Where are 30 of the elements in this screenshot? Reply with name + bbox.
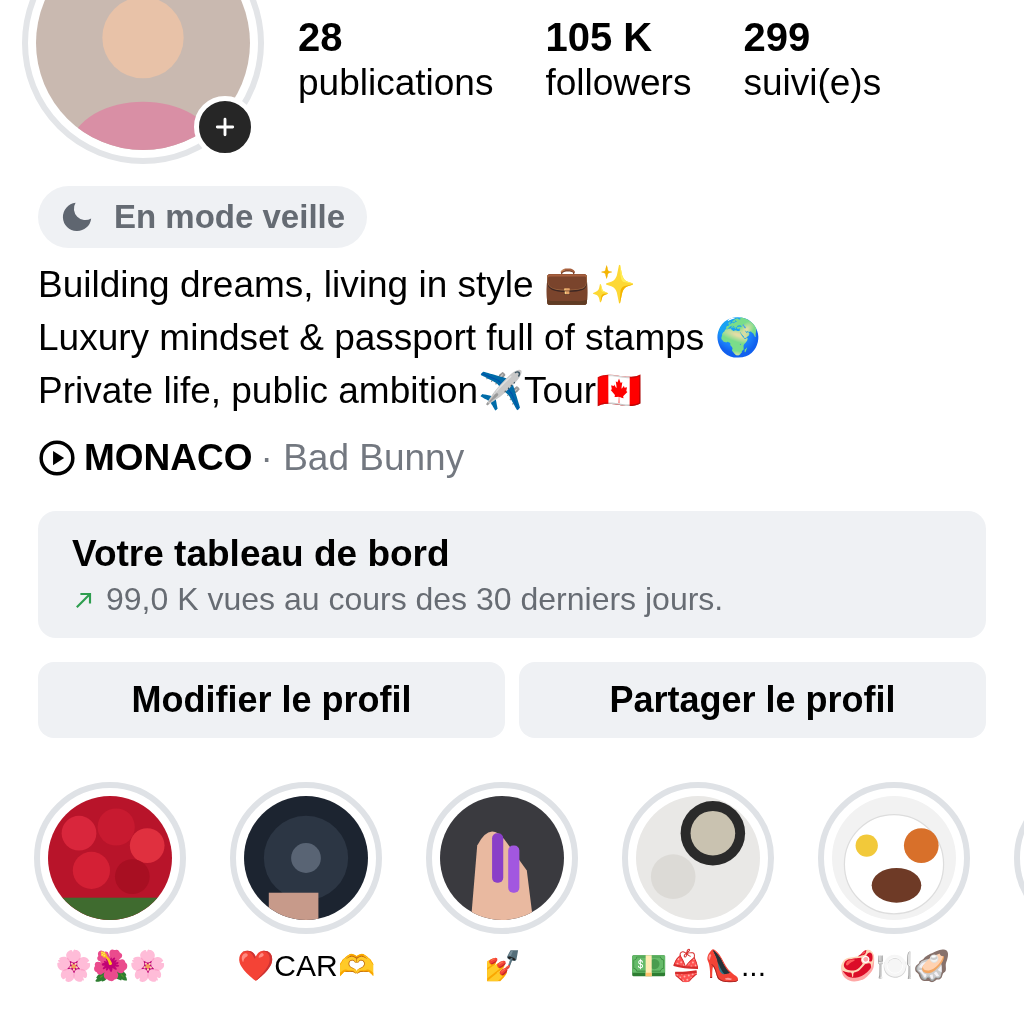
moon-icon [60,200,94,234]
plus-icon [214,116,236,138]
play-icon [38,439,76,477]
stat-label[interactable]: publications [298,60,494,106]
bio-line: Private life, public ambition✈Tour🇨🇦 [38,369,644,413]
stat-count[interactable]: 299 [743,14,882,60]
highlight-title: 🥩🍽🦪 [838,948,950,983]
profile-action-button[interactable]: Modifier le profil [38,662,505,738]
stat-label[interactable]: followers [545,60,692,106]
story-highlight[interactable] [426,782,578,934]
stat-label[interactable]: suivi(e)s [743,60,882,106]
story-highlight[interactable] [818,782,970,934]
highlight-title: 💵👙👠... [630,948,766,983]
stat-count[interactable]: 105 K [545,14,692,60]
status-note[interactable]: En mode veille [38,186,368,248]
stat-count[interactable]: 28 [298,14,494,60]
dashboard-summary: 99,0 K vues au cours des 30 derniers jours. [106,581,724,618]
story-highlight[interactable] [230,782,382,934]
highlight-title: 🌸🌺🌸 [54,948,166,983]
song-artist[interactable]: · Bad Bunny [260,437,465,479]
highlight-title: 💅 [483,948,521,983]
dashboard-card[interactable]: Votre tableau de bord 99,0 K vues au cours des 30 derniers jours. [38,511,986,638]
song-title[interactable]: MONACO [84,437,253,479]
bio-line: Luxury mindset & passport full of stamps 🌍 [38,316,762,360]
highlight-title: ❤CAR🫶 [237,948,375,983]
dashboard-title: Votre tableau de bord [72,533,451,575]
profile-action-button[interactable]: Partager le profil [519,662,986,738]
bio-line: Building dreams, living in style 💼✨ [38,263,637,307]
story-highlight[interactable] [622,782,774,934]
story-highlight[interactable] [34,782,186,934]
